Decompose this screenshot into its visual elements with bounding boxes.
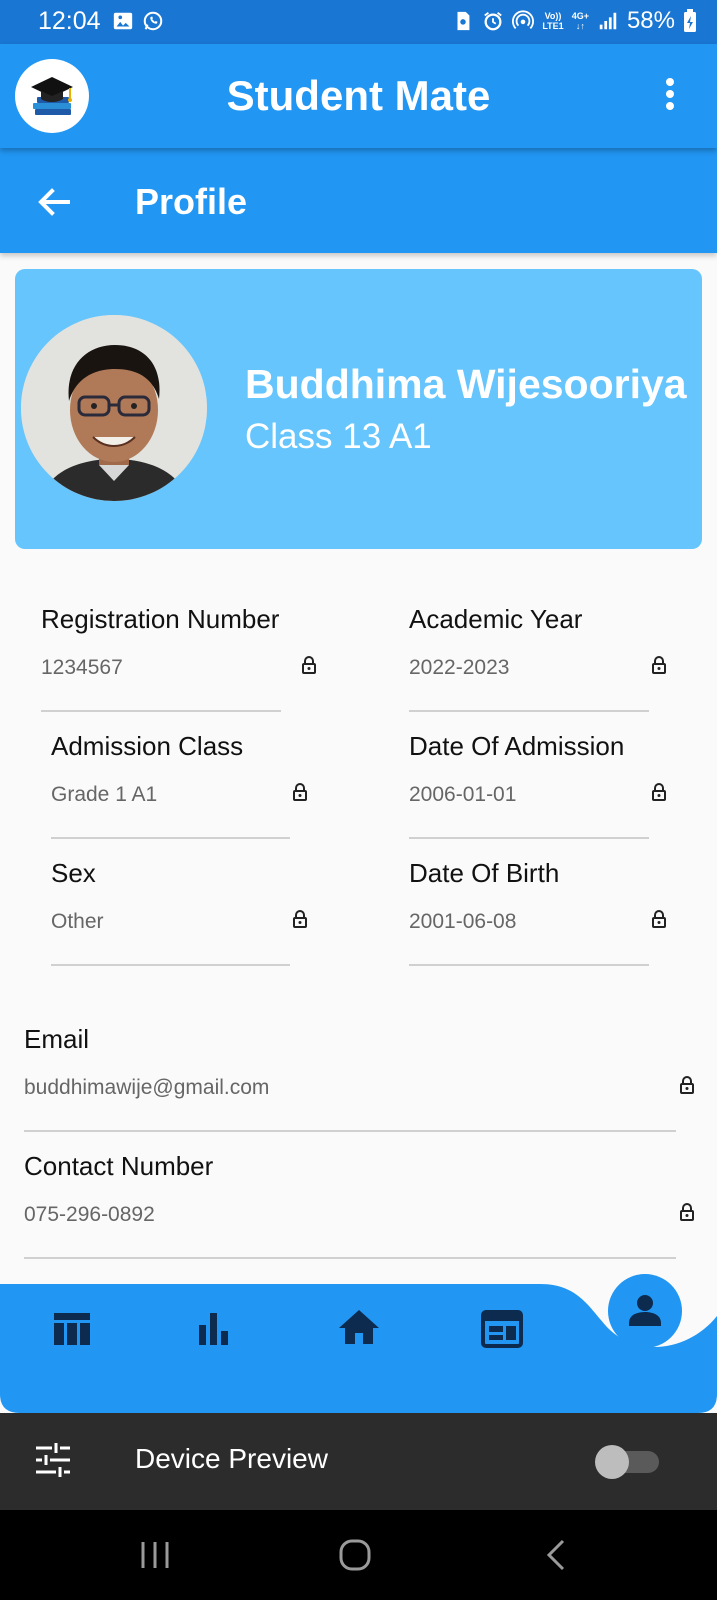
field-underline [24,1257,676,1259]
field-underline [409,964,649,966]
lock-icon [652,783,666,801]
profile-header: Profile [0,148,717,253]
sex-field[interactable]: Sex Other [51,858,307,966]
more-vert-icon[interactable] [663,78,677,114]
device-preview-toggle[interactable] [595,1445,663,1479]
field-label: Academic Year [409,604,583,634]
toggle-knob [595,1445,629,1479]
battery-icon [684,9,696,32]
gallery-icon [113,12,133,30]
student-class: Class 13 A1 [245,417,432,456]
profile-card: Buddhima Wijesooriya Class 13 A1 [15,269,702,549]
academic-year-field[interactable]: Academic Year 2022-2023 [409,604,666,712]
alarm-icon [484,12,503,31]
field-label: Date Of Admission [409,731,625,761]
field-underline [51,837,290,839]
lock-icon [680,1203,694,1221]
lock-icon [652,910,666,928]
person-icon [629,1295,661,1326]
field-value: 2022-2023 [409,656,510,679]
network-label: 4G+ [571,11,589,21]
avatar-photo [21,315,207,501]
network-arrows: ↓↑ [575,21,585,31]
battery-percent: 58% [626,7,675,34]
field-underline [51,964,290,966]
lock-icon [302,656,316,674]
field-value: 1234567 [41,656,123,679]
avatar [21,315,207,501]
status-bar: 12:04 Vo)) LTE1 4G+ ↓↑ 58% [0,0,717,44]
field-label: Contact Number [24,1151,214,1181]
field-label: Date Of Birth [409,858,560,888]
profile-nav-button[interactable] [608,1274,682,1348]
field-label: Email [24,1024,90,1054]
lock-icon [680,1076,694,1094]
arrow-back-icon[interactable] [34,182,74,222]
tune-icon[interactable] [34,1441,72,1479]
sim-icon [457,11,470,31]
screen: 12:04 Vo)) LTE1 4G+ ↓↑ 58% Student Mate … [0,0,717,1600]
home-icon[interactable] [335,1304,383,1352]
field-value: buddhimawije@gmail.com [24,1076,270,1099]
student-name: Buddhima Wijesooriya [245,361,687,407]
page-title: Profile [135,181,248,222]
volte-icon: Vo)) LTE1 [542,11,563,31]
field-label: Registration Number [41,604,280,634]
table-icon[interactable] [48,1305,96,1353]
home-circle-icon[interactable] [335,1538,375,1572]
system-navigation-bar [0,1510,717,1600]
app-bar: Student Mate [0,44,717,148]
field-label: Sex [51,858,96,888]
lock-icon [652,656,666,674]
network-4g-icon: 4G+ ↓↑ [572,11,589,31]
whatsapp-icon [143,11,163,31]
status-right-icons: Vo)) LTE1 4G+ ↓↑ 58% [452,7,697,35]
field-underline [409,837,649,839]
contact-number-field[interactable]: Contact Number 075-296-0892 [24,1151,694,1259]
lock-icon [293,783,307,801]
field-underline [24,1130,676,1132]
field-value: 2006-01-01 [409,783,517,806]
field-value: 075-296-0892 [24,1203,155,1226]
field-underline [409,710,649,712]
field-value: Other [51,910,104,933]
email-field[interactable]: Email buddhimawije@gmail.com [24,1024,694,1132]
field-label: Admission Class [51,731,244,761]
recents-icon[interactable] [135,1538,175,1572]
date-of-birth-field[interactable]: Date Of Birth 2001-06-08 [409,858,666,966]
field-value: Grade 1 A1 [51,783,158,806]
registration-number-field[interactable]: Registration Number 1234567 [41,604,316,712]
signal-icon [599,12,617,30]
date-of-admission-field[interactable]: Date Of Admission 2006-01-01 [409,731,666,839]
volte-label-bottom: LTE1 [542,21,564,31]
hotspot-icon [512,10,535,29]
volte-label-top: Vo)) [544,11,562,21]
status-time: 12:04 [38,7,101,35]
calendar-icon[interactable] [478,1305,526,1353]
admission-class-field[interactable]: Admission Class Grade 1 A1 [51,731,307,839]
status-left-icons [112,10,164,32]
app-title: Student Mate [226,72,491,119]
field-underline [41,710,281,712]
field-value: 2001-06-08 [409,910,517,933]
bar-chart-icon[interactable] [191,1305,239,1353]
device-preview-bar: Device Preview [0,1413,717,1510]
device-preview-label: Device Preview [135,1443,328,1474]
lock-icon [293,910,307,928]
back-chevron-icon[interactable] [537,1538,577,1572]
